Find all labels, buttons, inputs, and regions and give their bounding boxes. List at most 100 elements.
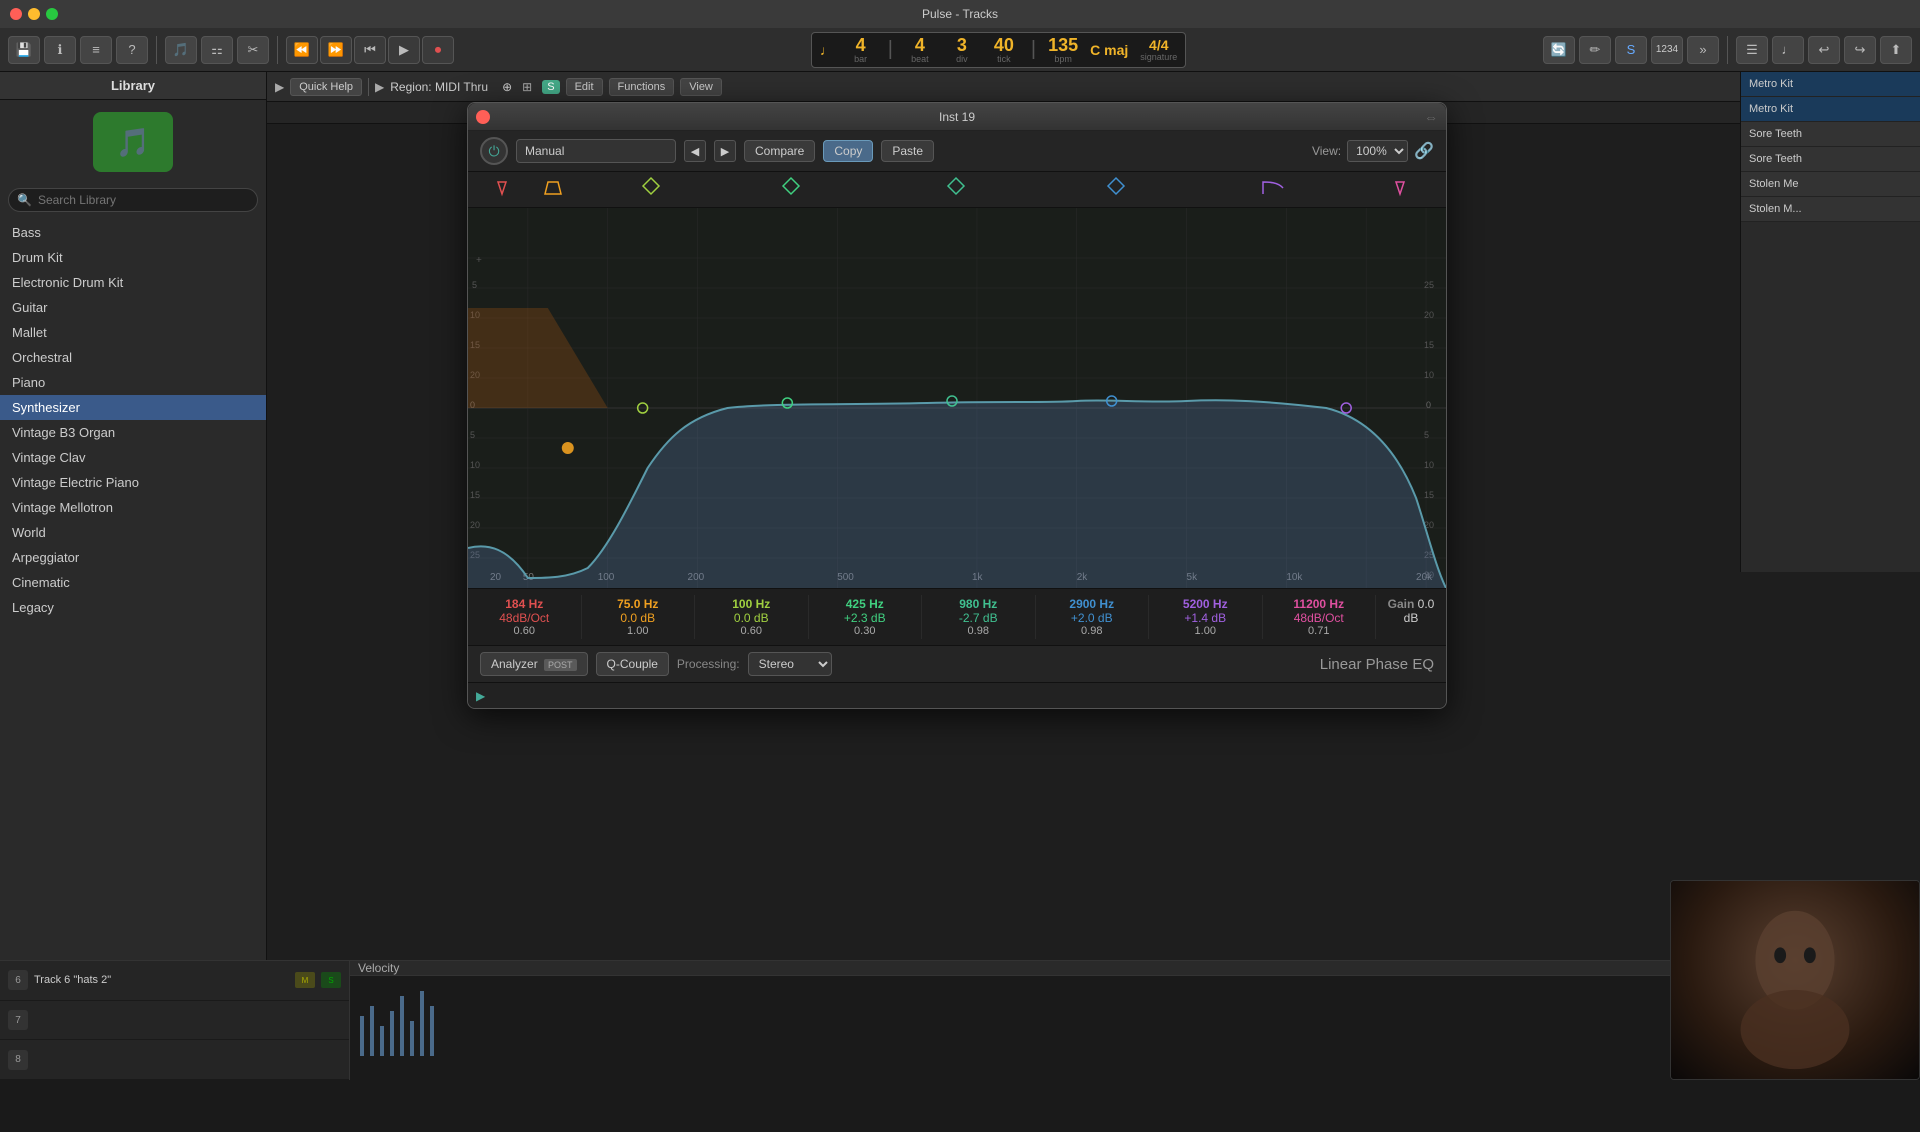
metronome-button[interactable]: 🎵 xyxy=(165,36,197,64)
redo-button[interactable]: ↪ xyxy=(1844,36,1876,64)
notes-button[interactable]: ♩ xyxy=(1772,36,1804,64)
mixer-button[interactable]: ⚏ xyxy=(201,36,233,64)
preset-next-button[interactable]: ▶ xyxy=(714,140,736,162)
band4-freq: 425 Hz xyxy=(846,597,884,611)
sidebar-item-arpeggiator[interactable]: Arpeggiator xyxy=(0,545,266,570)
pencil-button[interactable]: ✏ xyxy=(1579,36,1611,64)
sidebar-item-vintage-electric-piano[interactable]: Vintage Electric Piano xyxy=(0,470,266,495)
rp-item-6[interactable]: Stolen M... xyxy=(1741,197,1920,222)
copy-button[interactable]: Copy xyxy=(823,140,873,162)
list-view-button[interactable]: ☰ xyxy=(1736,36,1768,64)
preset-prev-button[interactable]: ◀ xyxy=(684,140,706,162)
sidebar-item-mallet[interactable]: Mallet xyxy=(0,320,266,345)
band-8-values: 11200 Hz 48dB/Oct 0.71 xyxy=(1263,595,1377,639)
sidebar-item-guitar[interactable]: Guitar xyxy=(0,295,266,320)
velocity-area: Velocity 119 xyxy=(350,961,1840,1080)
scissors-button[interactable]: ✂ xyxy=(237,36,269,64)
band-5-values: 980 Hz -2.7 dB 0.98 xyxy=(922,595,1036,639)
camera-icon[interactable]: ⊞ xyxy=(522,80,532,94)
add-icon[interactable]: ⊕ xyxy=(502,80,512,94)
preset-select[interactable]: Manual xyxy=(516,139,676,163)
sidebar-item-cinematic[interactable]: Cinematic xyxy=(0,570,266,595)
eq-close-button[interactable]: × xyxy=(476,110,490,124)
sidebar-item-synthesizer[interactable]: Synthesizer xyxy=(0,395,266,420)
maximize-button[interactable] xyxy=(46,8,58,20)
paste-button[interactable]: Paste xyxy=(881,140,934,162)
eq-resize-handle[interactable]: ⇔ xyxy=(1424,109,1438,125)
list-button[interactable]: ≡ xyxy=(80,36,112,64)
rp-item-5[interactable]: Stolen Me xyxy=(1741,172,1920,197)
sidebar-item-drum-kit[interactable]: Drum Kit xyxy=(0,245,266,270)
band5-db: -2.7 dB xyxy=(959,611,998,625)
library-icon-area: 🎵 xyxy=(0,100,266,184)
sidebar-item-legacy[interactable]: Legacy xyxy=(0,595,266,620)
search-bar[interactable]: 🔍 xyxy=(8,188,258,212)
q-couple-button[interactable]: Q-Couple xyxy=(596,652,669,676)
sidebar-item-vintage-mellotron[interactable]: Vintage Mellotron xyxy=(0,495,266,520)
eq-titlebar: × Inst 19 ⇔ xyxy=(468,103,1446,131)
track-solo-1[interactable]: S xyxy=(321,972,341,988)
link-button[interactable]: 🔗 xyxy=(1414,141,1434,161)
band5-freq: 980 Hz xyxy=(959,597,997,611)
region-label: Region: MIDI Thru xyxy=(390,80,488,94)
eq-power-button[interactable]: ⏻ xyxy=(480,137,508,165)
share-button[interactable]: ⬆ xyxy=(1880,36,1912,64)
eq-window-title: Inst 19 xyxy=(939,110,975,124)
minimize-button[interactable] xyxy=(28,8,40,20)
window-controls[interactable] xyxy=(10,8,58,20)
processing-select[interactable]: Stereo xyxy=(748,652,832,676)
analyzer-button[interactable]: Analyzer POST xyxy=(480,652,588,676)
band7-freq: 5200 Hz xyxy=(1183,597,1228,611)
compare-button[interactable]: Compare xyxy=(744,140,815,162)
svg-text:10: 10 xyxy=(1424,370,1434,380)
rp-item-1[interactable]: Metro Kit xyxy=(1741,72,1920,97)
close-button[interactable] xyxy=(10,8,22,20)
rewind-button[interactable]: ⏪ xyxy=(286,36,318,64)
s-badge[interactable]: S xyxy=(542,80,559,94)
save-button[interactable]: 💾 xyxy=(8,36,40,64)
fast-forward-button[interactable]: ⏩ xyxy=(320,36,352,64)
functions-button[interactable]: Functions xyxy=(609,78,675,96)
velocity-header: Velocity 119 xyxy=(350,961,1840,976)
track-num-1: 6 xyxy=(8,970,28,990)
track-num-3: 8 xyxy=(8,1050,28,1070)
band-4-values: 425 Hz +2.3 dB 0.30 xyxy=(809,595,923,639)
record-button[interactable]: ⏺ xyxy=(422,36,454,64)
eq-band-values: 184 Hz 48dB/Oct 0.60 75.0 Hz 0.0 dB 1.00… xyxy=(468,588,1446,645)
play-button[interactable]: ▶ xyxy=(388,36,420,64)
quick-help-button[interactable]: Quick Help xyxy=(290,78,362,96)
info-button[interactable]: ℹ xyxy=(44,36,76,64)
velocity-graph[interactable] xyxy=(350,976,1840,1129)
go-start-button[interactable]: ⏮ xyxy=(354,36,386,64)
svg-text:25: 25 xyxy=(1424,280,1434,290)
sidebar-item-world[interactable]: World xyxy=(0,520,266,545)
sidebar-item-electronic-drum-kit[interactable]: Electronic Drum Kit xyxy=(0,270,266,295)
sidebar-item-piano[interactable]: Piano xyxy=(0,370,266,395)
help-button[interactable]: ? xyxy=(116,36,148,64)
sidebar-item-vintage-clav[interactable]: Vintage Clav xyxy=(0,445,266,470)
sidebar-item-vintage-b3-organ[interactable]: Vintage B3 Organ xyxy=(0,420,266,445)
gain-label: Gain xyxy=(1388,597,1415,611)
band-handles-svg xyxy=(468,172,1446,208)
view-button[interactable]: View xyxy=(680,78,722,96)
undo-button[interactable]: ↩ xyxy=(1808,36,1840,64)
rp-item-4[interactable]: Sore Teeth xyxy=(1741,147,1920,172)
preset-dropdown[interactable]: Manual xyxy=(516,139,676,163)
eq-play-button[interactable]: ▶ xyxy=(476,689,485,703)
sidebar-item-orchestral[interactable]: Orchestral xyxy=(0,345,266,370)
track-mute-1[interactable]: M xyxy=(295,972,315,988)
cycle-button[interactable]: 🔄 xyxy=(1543,36,1575,64)
view-select[interactable]: 100% xyxy=(1347,140,1408,162)
svg-text:5: 5 xyxy=(472,280,477,290)
bpm-display: 135 bpm xyxy=(1048,36,1078,64)
rp-item-3[interactable]: Sore Teeth xyxy=(1741,122,1920,147)
webcam-overlay xyxy=(1670,880,1920,1080)
more-button[interactable]: » xyxy=(1687,36,1719,64)
sidebar-item-bass[interactable]: Bass xyxy=(0,220,266,245)
eq-graph[interactable]: + 5 10 15 20 0 5 10 15 20 25 25 20 15 10 xyxy=(468,208,1446,588)
rp-item-2[interactable]: Metro Kit xyxy=(1741,97,1920,122)
search-input[interactable] xyxy=(38,193,249,207)
edit-button[interactable]: Edit xyxy=(566,78,603,96)
s-button[interactable]: S xyxy=(1615,36,1647,64)
counter-button[interactable]: 1234 xyxy=(1651,36,1683,64)
